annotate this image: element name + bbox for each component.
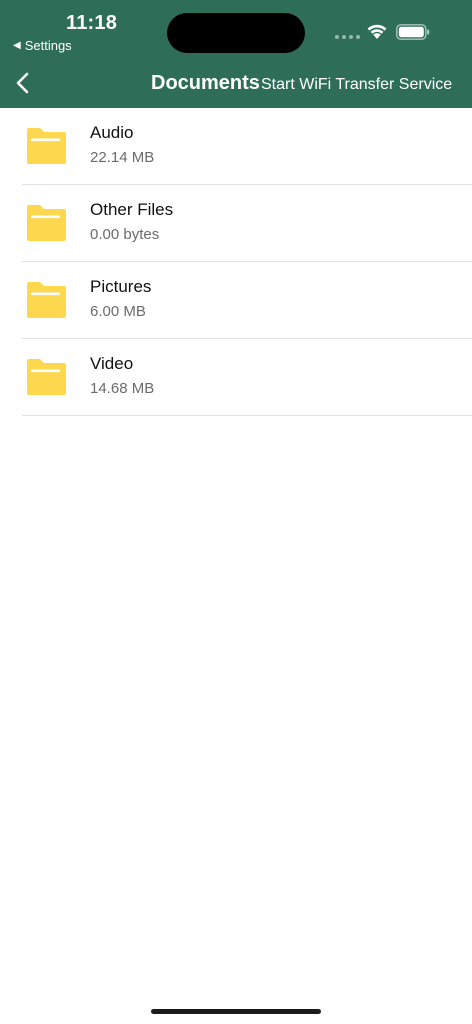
folder-name: Audio xyxy=(90,123,134,142)
folder-icon xyxy=(27,128,66,164)
folder-size: 22.14 MB xyxy=(90,149,155,166)
folder-list: Audio 22.14 MB Other Files 0.00 bytes Pi… xyxy=(0,108,472,416)
folder-row-audio[interactable]: Audio 22.14 MB xyxy=(0,108,472,185)
folder-name: Pictures xyxy=(90,277,152,296)
status-time: 11:18 xyxy=(66,12,118,34)
folder-icon xyxy=(27,282,66,318)
folder-row-other-files[interactable]: Other Files 0.00 bytes xyxy=(0,185,472,262)
battery-icon xyxy=(396,24,430,40)
folder-name: Other Files xyxy=(90,200,174,219)
chevron-left-icon xyxy=(16,72,29,94)
folder-row-pictures[interactable]: Pictures 6.00 MB xyxy=(0,262,472,339)
wifi-icon xyxy=(367,24,387,39)
back-button[interactable] xyxy=(10,68,34,98)
cellular-signal-icon xyxy=(335,35,360,39)
folder-size: 0.00 bytes xyxy=(90,226,160,243)
back-to-settings-link[interactable]: ◀ Settings xyxy=(13,38,72,53)
dynamic-island xyxy=(167,13,305,53)
folder-row-video[interactable]: Video 14.68 MB xyxy=(0,339,472,416)
folder-size: 14.68 MB xyxy=(90,380,155,397)
start-wifi-transfer-button[interactable]: Start WiFi Transfer Service xyxy=(261,76,452,94)
folder-name: Video xyxy=(90,354,134,373)
folder-size: 6.00 MB xyxy=(90,303,146,320)
back-triangle-icon: ◀ xyxy=(13,40,21,51)
folder-icon xyxy=(27,205,66,241)
back-app-label: Settings xyxy=(24,38,72,53)
home-indicator[interactable] xyxy=(151,1009,321,1014)
page-title: Documents xyxy=(151,72,260,94)
header: 11:18 ◀ Settings Documents Start WiFi Tr… xyxy=(0,0,472,108)
folder-icon xyxy=(27,359,66,395)
